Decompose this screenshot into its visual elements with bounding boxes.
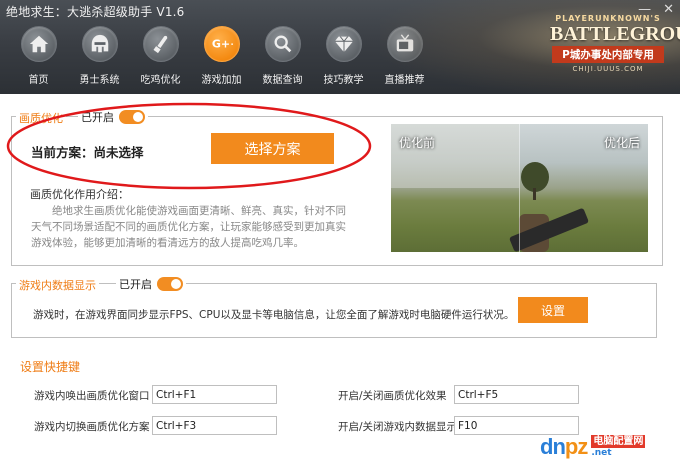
nav-label: 勇士系统 xyxy=(79,75,120,86)
ingame-description: 游戏时，在游戏界面同步显示FPS、CPU以及显卡等电脑信息，让您全面了解游戏时电… xyxy=(33,309,515,321)
nav-item-warrior[interactable]: 勇士系统 xyxy=(69,26,130,90)
before-label: 优化前 xyxy=(399,136,436,150)
brand-main: BATTLEGROUNDS xyxy=(550,23,680,45)
bullet-icon xyxy=(142,26,179,62)
helmet-icon xyxy=(81,26,118,62)
hotkey-label: 游戏内唤出画质优化窗口 xyxy=(34,390,150,402)
toggle-knob xyxy=(133,112,143,122)
brand-url: CHIJI.UUUS.COM xyxy=(572,65,644,73)
hotkeys-title: 设置快捷键 xyxy=(20,360,81,374)
hotkey-input-toggle-data[interactable] xyxy=(454,416,579,435)
graphics-toggle[interactable] xyxy=(119,110,145,124)
intro-text: 绝地求生画质优化能使游戏画面更清晰、鲜亮、真实，针对不同天气不同场景适配不同的画… xyxy=(31,205,346,249)
nav-label: 吃鸡优化 xyxy=(140,75,181,86)
graphics-section-title: 画质优化 xyxy=(16,110,66,126)
nav-item-data[interactable]: 数据查询 xyxy=(252,26,313,90)
toggle-knob xyxy=(171,279,181,289)
close-button[interactable]: ✕ xyxy=(663,2,674,17)
nav-label: 技巧教学 xyxy=(323,75,364,86)
ingame-toggle-group: 已开启 xyxy=(116,276,186,292)
nav-label: 首页 xyxy=(28,75,49,86)
search-icon xyxy=(264,26,301,62)
window-title: 绝地求生：大逃杀超级助手 V1.6 xyxy=(6,5,185,19)
ingame-toggle-label: 已开启 xyxy=(119,278,152,291)
brand-sub: P城办事处内部专用 xyxy=(552,46,664,63)
main-nav: 首页 勇士系统 吃鸡优化 G++ 游戏加加 数据查询 xyxy=(8,26,435,90)
preview-divider xyxy=(519,124,520,252)
nav-label: 直播推荐 xyxy=(384,75,425,86)
settings-button[interactable]: 设置 xyxy=(518,297,588,323)
nav-label: 数据查询 xyxy=(262,75,303,86)
watermark-logo-a: dn xyxy=(540,434,566,459)
graphics-toggle-label: 已开启 xyxy=(81,111,114,124)
watermark-logo: dnpz xyxy=(540,434,588,460)
watermark-cn: 电脑配置网 xyxy=(591,435,646,448)
watermark-logo-b: pz xyxy=(564,434,588,459)
nav-label: 游戏加加 xyxy=(201,75,242,86)
ingame-section-title: 游戏内数据显示 xyxy=(16,277,99,293)
battlegrounds-logo: PLAYERUNKNOWN'S BATTLEGROUNDS P城办事处内部专用 … xyxy=(550,14,680,73)
nav-item-gameplus[interactable]: G++ 游戏加加 xyxy=(191,26,252,90)
tv-icon xyxy=(386,26,423,62)
graphics-toggle-group: 已开启 xyxy=(78,109,148,125)
site-watermark: dnpz 电脑配置网 .net xyxy=(540,434,646,460)
diamond-icon xyxy=(325,26,362,62)
preview-trunk xyxy=(533,188,536,200)
hotkey-label: 开启/关闭游戏内数据显示 xyxy=(338,421,458,433)
svg-text:G++: G++ xyxy=(211,38,232,51)
nav-item-optimize[interactable]: 吃鸡优化 xyxy=(130,26,191,90)
home-icon xyxy=(20,26,57,62)
app-header: 绝地求生：大逃杀超级助手 V1.6 — ✕ 首页 勇士系统 吃鸡优化 G++ xyxy=(0,0,680,94)
hotkey-label: 开启/关闭画质优化效果 xyxy=(338,390,447,402)
hotkey-input-switch-plan[interactable] xyxy=(152,416,277,435)
current-plan: 当前方案：尚未选择 xyxy=(31,145,144,160)
after-label: 优化后 xyxy=(603,136,640,150)
hotkey-input-toggle-effect[interactable] xyxy=(454,385,579,404)
nav-item-home[interactable]: 首页 xyxy=(8,26,69,90)
watermark-url: .net xyxy=(591,448,612,458)
select-plan-button[interactable]: 选择方案 xyxy=(211,133,334,164)
nav-item-tips[interactable]: 技巧教学 xyxy=(313,26,374,90)
hotkey-label: 游戏内切换画质优化方案 xyxy=(34,421,150,433)
intro-title: 画质优化作用介绍： xyxy=(30,188,129,201)
window-controls: — ✕ xyxy=(638,2,674,17)
watermark-text: 电脑配置网 .net xyxy=(591,435,646,459)
nav-item-live[interactable]: 直播推荐 xyxy=(374,26,435,90)
ingame-toggle[interactable] xyxy=(157,277,183,291)
g-plus-icon: G++ xyxy=(203,26,240,62)
hotkey-input-open-window[interactable] xyxy=(152,385,277,404)
minimize-button[interactable]: — xyxy=(638,2,651,17)
comparison-preview-image: 优化前 优化后 xyxy=(391,124,648,252)
